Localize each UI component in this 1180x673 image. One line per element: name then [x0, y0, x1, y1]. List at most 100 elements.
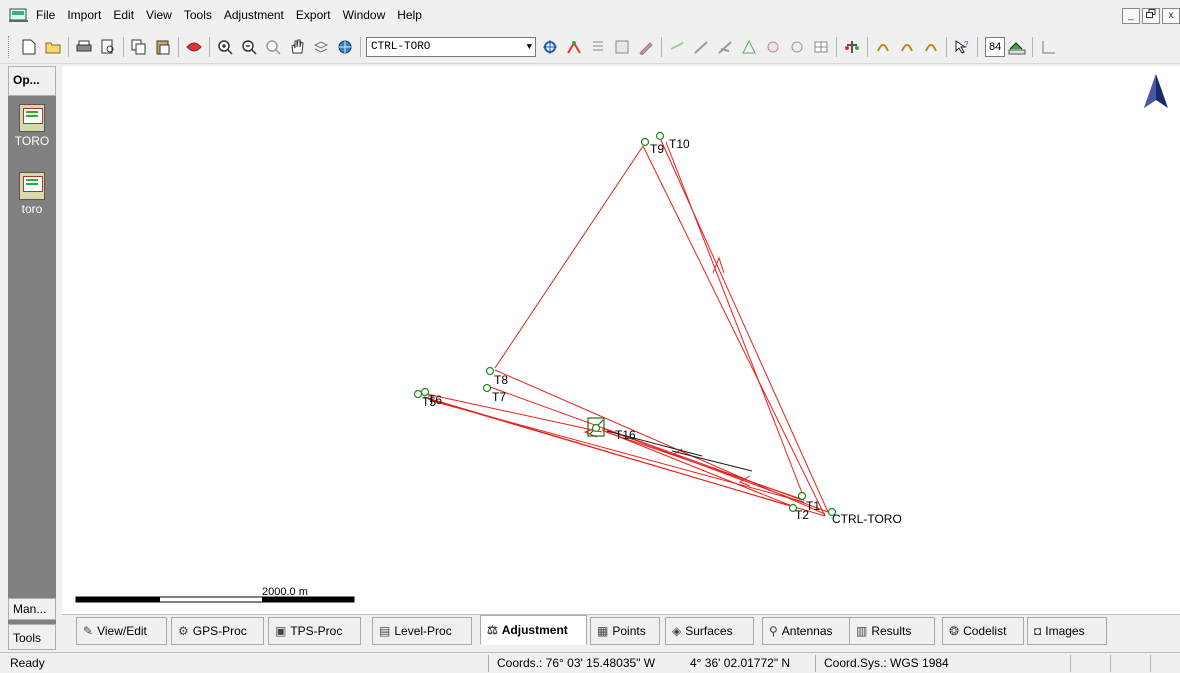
adjust-icon[interactable]	[841, 36, 863, 58]
tab-images[interactable]: ◘ Images	[1027, 617, 1107, 645]
local-coords-icon[interactable]	[1006, 36, 1028, 58]
vector-icon[interactable]	[690, 36, 712, 58]
loop-icon[interactable]	[762, 36, 784, 58]
sidebar-header[interactable]: Op...	[8, 66, 56, 96]
globe-icon[interactable]	[334, 36, 356, 58]
tab-antennas[interactable]: ⚲ Antennas	[762, 617, 854, 645]
run-adjustment-2-icon[interactable]	[896, 36, 918, 58]
chevron-down-icon[interactable]: ▼	[527, 38, 532, 56]
run-adjustment-3-icon[interactable]	[920, 36, 942, 58]
sidebar-tab-management[interactable]: Man...	[8, 598, 56, 620]
minimize-button[interactable]: _	[1122, 8, 1140, 24]
tab-label: Adjustment	[501, 623, 568, 637]
label-ctrl-toro: CTRL-TORO	[832, 512, 902, 526]
close-button[interactable]: x	[1162, 8, 1180, 24]
zoom-out-icon[interactable]	[238, 36, 260, 58]
menu-window[interactable]: Window	[337, 5, 392, 25]
tab-label: View/Edit	[97, 624, 147, 638]
redraw-icon[interactable]	[183, 36, 205, 58]
status-separator	[488, 655, 489, 672]
status-coord-system: Coord.Sys.: WGS 1984	[824, 656, 949, 670]
toolbar-separator	[836, 36, 837, 57]
toolbar-separator	[178, 36, 179, 57]
tab-adjustment[interactable]: ⚖ Adjustment	[480, 615, 587, 645]
tab-level-proc[interactable]: ▤ Level-Proc	[372, 617, 472, 645]
status-separator	[815, 655, 816, 672]
print-preview-icon[interactable]	[97, 36, 119, 58]
sidebar-item-label: TORO	[14, 134, 50, 148]
label-t9: T9	[650, 142, 664, 156]
menu-import[interactable]: Import	[61, 5, 107, 25]
level-proc-icon: ▤	[379, 624, 391, 638]
pan-hand-icon[interactable]	[286, 36, 308, 58]
run-adjustment-icon[interactable]	[872, 36, 894, 58]
compute-icon[interactable]	[563, 36, 585, 58]
number-field[interactable]: 84	[985, 36, 1006, 57]
label-t10: T10	[669, 137, 690, 151]
line-t16-ctrl	[601, 427, 829, 513]
list-icon[interactable]	[587, 36, 609, 58]
images-icon: ◘	[1034, 624, 1042, 638]
edit-data-icon[interactable]	[635, 36, 657, 58]
tab-surfaces[interactable]: ◈ Surfaces	[665, 617, 754, 645]
tab-label: Points	[612, 624, 646, 638]
app-icon[interactable]	[8, 6, 30, 24]
toolbar-separator	[977, 36, 978, 57]
menu-export[interactable]: Export	[290, 5, 337, 25]
menu-edit[interactable]: Edit	[107, 5, 140, 25]
label-t1: T1	[806, 499, 820, 513]
sidebar-item-toro-upper[interactable]: TORO	[8, 104, 56, 148]
tab-points[interactable]: ▦ Points	[590, 617, 660, 645]
status-latitude: 4° 36' 02.01772" N	[690, 656, 791, 670]
open-folder-icon[interactable]	[42, 36, 64, 58]
toolbar-grip[interactable]	[8, 35, 11, 58]
baseline-icon[interactable]	[666, 36, 688, 58]
station-marker-t7	[482, 383, 492, 393]
tab-tps-proc[interactable]: ▣ TPS-Proc	[268, 617, 361, 645]
sidebar-item-toro-lower[interactable]: toro	[8, 172, 56, 216]
toolbar-separator	[946, 36, 947, 57]
menu-file[interactable]: File	[30, 5, 61, 25]
print-icon[interactable]	[73, 36, 95, 58]
zoom-window-icon[interactable]	[262, 36, 284, 58]
menu-view[interactable]: View	[140, 5, 178, 25]
copy-icon[interactable]	[128, 36, 150, 58]
toolbar-separator	[1032, 36, 1034, 57]
line-t9-ctrl	[642, 145, 826, 517]
zoom-in-icon[interactable]	[214, 36, 236, 58]
mdi-controls: _ x	[1122, 8, 1180, 24]
menu-tools[interactable]: Tools	[178, 5, 218, 25]
tab-view-edit[interactable]: ✎ View/Edit	[76, 617, 167, 645]
center-point-icon[interactable]	[539, 36, 561, 58]
menu-help[interactable]: Help	[391, 5, 428, 25]
map-view[interactable]: T10 T9 T8 T7 T5 T6 T16 T2 T1 CTRL-TORO 2…	[62, 66, 1180, 614]
status-ready: Ready	[10, 656, 45, 670]
triangle-icon[interactable]	[738, 36, 760, 58]
toolbar-separator	[209, 36, 210, 57]
surfaces-icon: ◈	[672, 624, 682, 638]
vector-alt-icon[interactable]	[714, 36, 736, 58]
tab-label: Results	[871, 624, 912, 638]
menu-bar: File Import Edit View Tools Adjustment E…	[0, 0, 1180, 30]
layers-icon[interactable]	[310, 36, 332, 58]
tab-codelist[interactable]: ❂ Codelist	[942, 617, 1024, 645]
restore-button[interactable]	[1142, 8, 1160, 24]
adjustment-icon: ⚖	[487, 623, 498, 637]
paste-icon[interactable]	[152, 36, 174, 58]
axis-icon[interactable]	[1037, 36, 1059, 58]
tab-gps-proc[interactable]: ⚙ GPS-Proc	[171, 617, 264, 645]
table-icon[interactable]	[810, 36, 832, 58]
network-icon[interactable]	[786, 36, 808, 58]
tab-label: Antennas	[781, 624, 833, 638]
data-icon[interactable]	[611, 36, 633, 58]
status-longitude: Coords.: 76° 03' 15.48035" W	[497, 656, 656, 670]
new-file-icon[interactable]	[18, 36, 40, 58]
toolbar: CTRL-TORO ▼ ? 84	[0, 30, 1180, 64]
menu-adjustment[interactable]: Adjustment	[218, 5, 290, 25]
project-combo[interactable]: CTRL-TORO ▼	[366, 36, 536, 57]
tab-label: Level-Proc	[394, 624, 452, 638]
tab-results[interactable]: ▥ Results	[849, 617, 935, 645]
sidebar-tab-tools[interactable]: Tools	[8, 624, 56, 650]
project-sidebar: Op... TORO toro	[8, 66, 56, 624]
help-icon[interactable]: ?	[951, 36, 973, 58]
